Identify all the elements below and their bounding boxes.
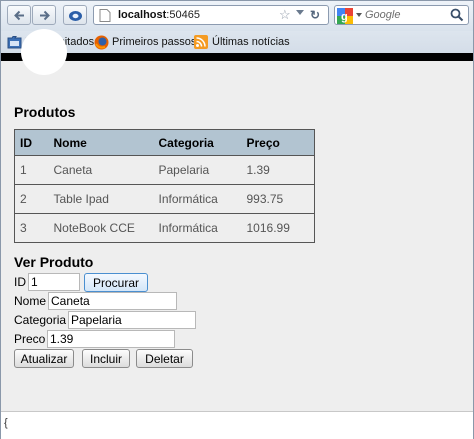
navigation-toolbar: localhost:50465 ☆ ↻ g Google	[1, 1, 473, 31]
page-header-bar	[1, 53, 473, 61]
back-button[interactable]	[7, 5, 31, 25]
forward-button[interactable]	[32, 5, 56, 25]
cell-id: 1	[14, 155, 49, 185]
home-button[interactable]	[63, 5, 87, 25]
id-input[interactable]	[28, 273, 80, 291]
browser-window: localhost:50465 ☆ ↻ g Google visitados P…	[0, 0, 474, 439]
ver-produto-title: Ver Produto	[14, 254, 94, 270]
categoria-input[interactable]	[68, 311, 196, 329]
cell-preco: 1016.99	[241, 213, 315, 243]
address-bar[interactable]: localhost:50465 ☆ ↻	[93, 5, 329, 25]
nome-label: Nome	[14, 294, 47, 308]
cell-preco: 993.75	[241, 184, 315, 214]
cell-nome: NoteBook CCE	[48, 213, 154, 243]
google-engine-icon[interactable]: g	[337, 8, 353, 24]
search-icon[interactable]	[450, 8, 464, 22]
page-icon	[99, 9, 111, 22]
logo-circle	[21, 29, 67, 75]
cell-nome: Table Ipad	[48, 184, 154, 214]
table-row[interactable]: 1 Caneta Papelaria 1.39	[14, 155, 315, 185]
procurar-button[interactable]: Procurar	[84, 273, 148, 292]
back-arrow-icon	[14, 10, 24, 21]
table-row[interactable]: 3 NoteBook CCE Informática 1016.99	[14, 213, 315, 243]
cell-nome: Caneta	[48, 155, 154, 185]
cell-preco: 1.39	[241, 155, 315, 185]
bookmark-star-icon[interactable]: ☆	[279, 7, 291, 23]
incluir-button[interactable]: Incluir	[82, 349, 130, 368]
id-label: ID	[14, 275, 26, 289]
cell-categoria: Papelaria	[153, 155, 242, 185]
column-header-nome: Nome	[48, 129, 154, 156]
page-title: Produtos	[14, 104, 76, 120]
url-text: localhost:50465	[118, 9, 200, 21]
categoria-label: Categoria	[14, 313, 67, 327]
products-table: ID Nome Categoria Preço 1 Caneta Papelar…	[14, 129, 315, 243]
bookmarks-bar: Mais visitados Primeiros passos Últimas …	[1, 31, 473, 53]
cell-categoria: Informática	[153, 213, 242, 243]
rss-feed-icon	[194, 35, 208, 49]
firefox-icon	[94, 35, 109, 50]
search-bar[interactable]: g Google	[334, 5, 469, 25]
table-header-row: ID Nome Categoria Preço	[14, 129, 315, 156]
deletar-button[interactable]: Deletar	[136, 349, 193, 368]
reload-icon[interactable]: ↻	[310, 8, 320, 22]
preco-input[interactable]	[47, 330, 175, 348]
nome-input[interactable]	[48, 292, 177, 310]
engine-dropdown-icon[interactable]	[356, 13, 362, 17]
svg-text:g: g	[341, 11, 348, 23]
search-placeholder: Google	[365, 9, 401, 21]
column-header-categoria: Categoria	[153, 129, 242, 156]
page-content: Produtos ID Nome Categoria Preço 1 Canet…	[1, 29, 473, 411]
cell-categoria: Informática	[153, 184, 242, 214]
column-header-preco: Preço	[241, 129, 315, 156]
url-dropdown-icon[interactable]	[296, 10, 304, 16]
preco-label: Preco	[14, 332, 46, 346]
bookmarks-folder-icon	[7, 36, 22, 49]
forward-arrow-icon	[40, 10, 50, 21]
column-header-id: ID	[14, 129, 49, 156]
cell-id: 2	[14, 184, 49, 214]
atualizar-button[interactable]: Atualizar	[14, 349, 74, 368]
status-text: {	[4, 417, 8, 429]
status-bar: {	[1, 411, 473, 439]
cell-id: 3	[14, 213, 49, 243]
home-icon	[69, 11, 82, 21]
table-row[interactable]: 2 Table Ipad Informática 993.75	[14, 184, 315, 214]
